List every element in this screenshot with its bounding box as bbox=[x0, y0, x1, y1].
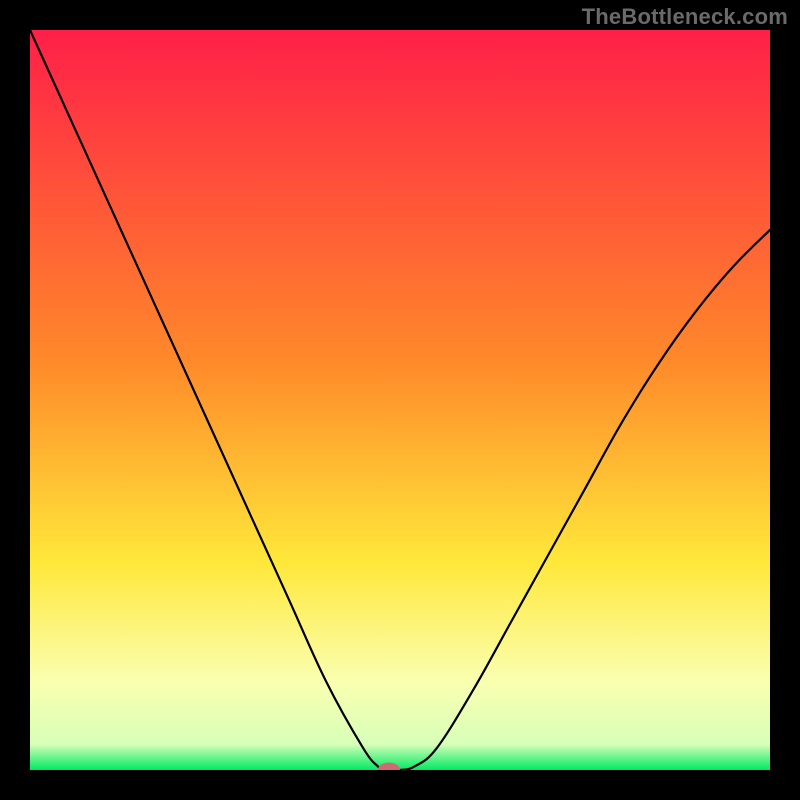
watermark-text: TheBottleneck.com bbox=[582, 4, 788, 30]
chart-frame: TheBottleneck.com bbox=[0, 0, 800, 800]
plot-area bbox=[30, 30, 770, 770]
chart-svg bbox=[30, 30, 770, 770]
gradient-rect bbox=[30, 30, 770, 770]
